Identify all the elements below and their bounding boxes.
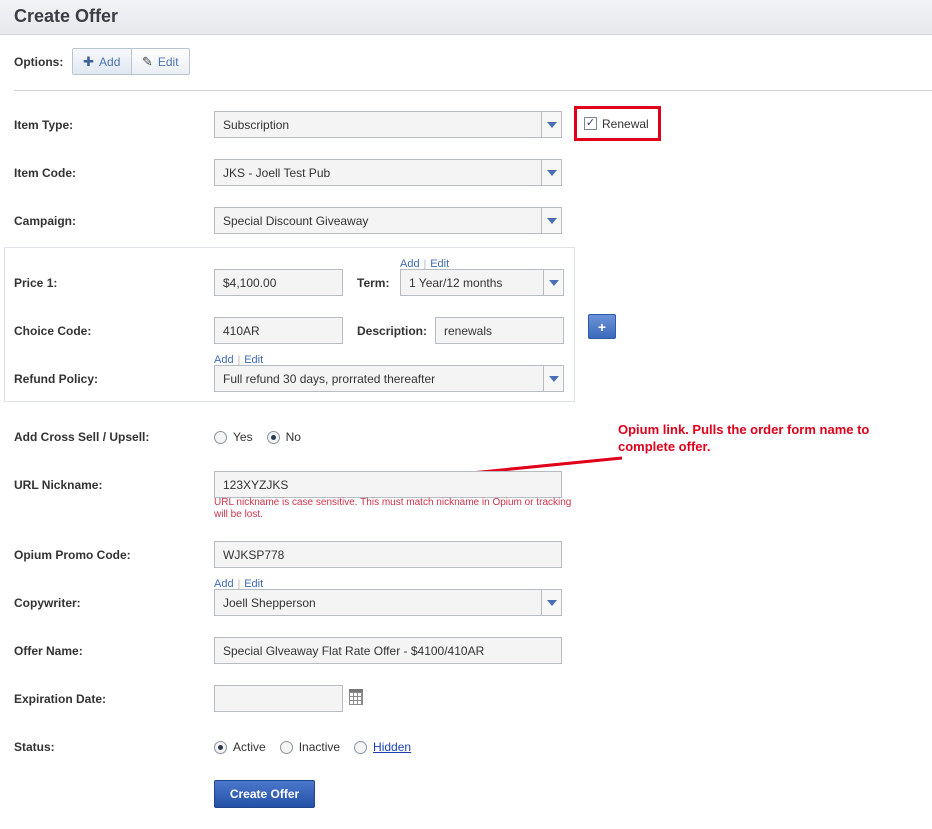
renewal-checkbox[interactable]: ✓: [584, 117, 597, 130]
cross-sell-no[interactable]: No: [266, 430, 301, 444]
choice-code-label: Choice Code:: [14, 324, 92, 338]
page-title: Create Offer: [14, 6, 119, 26]
term-links: Add | Edit: [400, 256, 449, 270]
page-header: [0, 0, 932, 35]
chevron-down-icon: [541, 208, 561, 233]
pencil-icon: ✎: [141, 53, 153, 69]
renewal-label: Renewal: [602, 116, 649, 131]
cross-sell-yes-label: Yes: [233, 430, 253, 444]
cross-sell-no-label: No: [285, 430, 301, 444]
campaign-label: Campaign:: [14, 214, 77, 228]
campaign-select[interactable]: Special Discount Giveaway: [214, 207, 562, 234]
renewal-highlight: ✓ Renewal: [574, 106, 661, 141]
edit-option-button[interactable]: ✎ Edit: [132, 49, 190, 74]
url-nickname-input[interactable]: 123XYZJKS: [214, 471, 562, 498]
item-type-value: Subscription: [223, 117, 290, 132]
divider: [14, 90, 932, 91]
status-label: Status:: [14, 740, 55, 754]
status-active-label: Active: [233, 740, 266, 754]
status-options: Active Inactive Hidden: [214, 740, 425, 754]
status-hidden-link[interactable]: Hidden: [373, 740, 411, 754]
chevron-down-icon: [543, 270, 563, 295]
item-code-label: Item Code:: [14, 166, 77, 180]
plus-icon: ✚: [83, 53, 95, 69]
chevron-down-icon: [541, 590, 561, 615]
status-inactive[interactable]: Inactive: [279, 740, 341, 754]
radio-yes[interactable]: [214, 430, 227, 444]
campaign-value: Special Discount Giveaway: [223, 213, 369, 228]
copywriter-select[interactable]: Joell Shepperson: [214, 589, 562, 616]
term-label: Term:: [357, 276, 390, 290]
item-code-value: JKS - Joell Test Pub: [223, 165, 331, 180]
chevron-down-icon: [541, 160, 561, 185]
choice-code-input[interactable]: 410AR: [214, 317, 343, 344]
promo-code-label: Opium Promo Code:: [14, 548, 131, 562]
description-input[interactable]: renewals: [435, 317, 564, 344]
copywriter-label: Copywriter:: [14, 596, 81, 610]
options-label: Options:: [14, 55, 64, 69]
add-price-button[interactable]: +: [588, 314, 616, 339]
create-offer-button[interactable]: Create Offer: [214, 780, 315, 808]
price-input[interactable]: $4,100.00: [214, 269, 343, 296]
cross-sell-yes[interactable]: Yes: [214, 430, 253, 444]
annotation-text: Opium link. Pulls the order form name to…: [618, 422, 870, 454]
promo-code-input[interactable]: WJKSP778: [214, 541, 562, 568]
chevron-down-icon: [543, 366, 563, 391]
url-nickname-label: URL Nickname:: [14, 478, 103, 492]
chevron-down-icon: [541, 112, 561, 137]
copywriter-value: Joell Shepperson: [223, 595, 316, 610]
status-inactive-label: Inactive: [298, 740, 341, 754]
refund-policy-value: Full refund 30 days, prorrated thereafte…: [223, 371, 436, 386]
url-nickname-hint: URL nickname is case sensitive. This mus…: [214, 497, 572, 520]
term-value: 1 Year/12 months: [409, 275, 503, 290]
status-hidden[interactable]: Hidden: [354, 740, 411, 754]
item-type-select[interactable]: Subscription: [214, 111, 562, 138]
offer-name-input[interactable]: Special Glveaway Flat Rate Offer - $4100…: [214, 637, 562, 664]
cross-sell-options: Yes No: [214, 430, 315, 444]
term-select[interactable]: 1 Year/12 months: [400, 269, 564, 296]
item-code-select[interactable]: JKS - Joell Test Pub: [214, 159, 562, 186]
status-active[interactable]: Active: [214, 740, 266, 754]
radio-no[interactable]: [266, 430, 280, 444]
refund-policy-select[interactable]: Full refund 30 days, prorrated thereafte…: [214, 365, 564, 392]
refund-links: Add | Edit: [214, 352, 263, 366]
expiration-date-label: Expiration Date:: [14, 692, 107, 706]
add-option-button[interactable]: ✚ Add: [73, 49, 132, 74]
offer-name-label: Offer Name:: [14, 644, 83, 658]
cross-sell-label: Add Cross Sell / Upsell:: [14, 430, 150, 444]
calendar-icon[interactable]: [349, 689, 363, 705]
radio-hidden[interactable]: [354, 740, 368, 754]
radio-active[interactable]: [214, 740, 227, 754]
price-label: Price 1:: [14, 276, 58, 290]
item-type-label: Item Type:: [14, 118, 74, 132]
edit-option-label: Edit: [157, 54, 179, 69]
description-label: Description:: [357, 324, 428, 338]
options-button-group: ✚ Add ✎ Edit: [72, 48, 190, 75]
radio-inactive[interactable]: [279, 740, 293, 754]
expiration-date-input[interactable]: [214, 685, 343, 712]
refund-policy-label: Refund Policy:: [14, 372, 99, 386]
copywriter-links: Add | Edit: [214, 576, 263, 590]
add-option-label: Add: [99, 54, 121, 69]
